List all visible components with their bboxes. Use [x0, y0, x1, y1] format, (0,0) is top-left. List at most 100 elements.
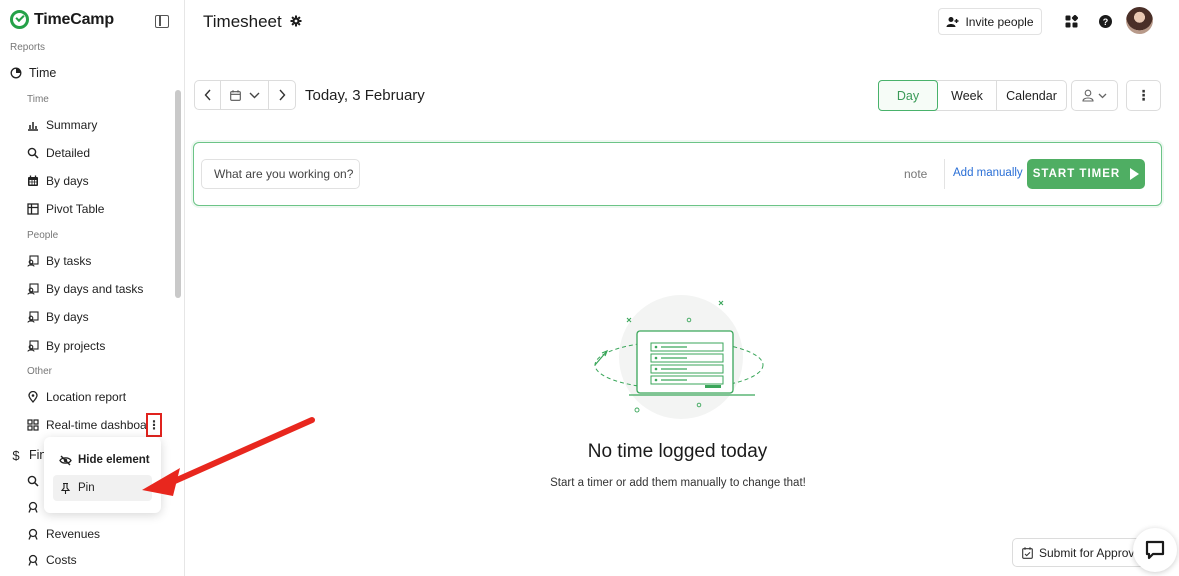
sidebar-item-costs[interactable]: Costs — [27, 553, 77, 567]
sidebar-item-time[interactable]: Time — [10, 66, 56, 80]
tab-calendar[interactable]: Calendar — [997, 81, 1066, 110]
play-icon — [1130, 168, 1140, 180]
sidebar-item-label: Detailed — [46, 146, 91, 160]
submit-for-approval-label: Submit for Approval — [1039, 545, 1144, 560]
invite-people-button[interactable]: Invite people — [938, 8, 1042, 35]
sidebar-section-people: People — [27, 230, 59, 241]
help-icon[interactable]: ? — [1099, 15, 1112, 28]
sidebar-item-summary[interactable]: Summary — [27, 118, 97, 132]
tab-day[interactable]: Day — [878, 80, 938, 111]
menu-item-pin[interactable]: Pin — [53, 475, 152, 501]
eye-off-icon — [59, 455, 72, 465]
user-avatar[interactable] — [1126, 7, 1153, 34]
pin-icon — [60, 482, 71, 494]
sidebar-item-by-tasks[interactable]: By tasks — [27, 254, 91, 268]
sidebar-item-by-days[interactable]: By days — [27, 174, 89, 188]
chat-support-button[interactable] — [1133, 528, 1177, 572]
empty-state-illustration — [594, 295, 764, 419]
previous-day-button[interactable] — [195, 81, 221, 109]
sidebar-section-other: Other — [27, 366, 53, 377]
sidebar-collapse-icon[interactable] — [155, 15, 169, 28]
sidebar-item-by-days-and-tasks[interactable]: By days and tasks — [27, 282, 143, 296]
empty-state-subtitle: Start a timer or add them manually to ch… — [550, 477, 806, 489]
sidebar-item-label: Real-time dashboa — [46, 418, 147, 432]
note-button[interactable]: note — [904, 167, 927, 181]
chevron-left-icon — [204, 89, 211, 101]
sidebar-item-label: Revenues — [46, 527, 101, 541]
badge-icon — [27, 554, 39, 566]
magnifier-icon — [27, 147, 39, 159]
sidebar-item-label: Costs — [46, 553, 77, 567]
app-name: TimeCamp — [34, 10, 114, 28]
dollar-icon: $ — [12, 447, 20, 463]
user-report-icon — [27, 255, 39, 267]
sidebar-item-real-time-dashboard[interactable]: Real-time dashboa — [27, 418, 147, 432]
menu-item-hide-element[interactable]: Hide element — [53, 447, 152, 473]
sidebar-item-label: Location report — [46, 390, 127, 404]
sidebar-item-label: By days and tasks — [46, 282, 144, 296]
current-date-label: Today, 3 February — [305, 87, 425, 104]
sidebar-item-label: By projects — [46, 339, 106, 353]
annotation-arrow — [142, 417, 315, 496]
sidebar-scrollbar[interactable] — [175, 90, 181, 298]
calendar-icon — [27, 175, 39, 187]
sidebar-item-label: By days — [46, 310, 89, 324]
sidebar-item-finance-2[interactable] — [27, 501, 39, 513]
sidebar-item-label: Summary — [46, 118, 98, 132]
user-report-icon — [27, 283, 39, 295]
chevron-down-icon — [1098, 93, 1107, 98]
sidebar-section-time: Time — [27, 94, 49, 105]
timecamp-logo[interactable]: TimeCamp — [10, 10, 114, 29]
user-report-icon — [27, 311, 39, 323]
add-manually-link[interactable]: Add manually — [953, 167, 1023, 179]
tab-week[interactable]: Week — [938, 81, 997, 110]
sidebar-item-finance[interactable]: $ Fin — [10, 447, 46, 463]
chart-icon — [27, 119, 39, 131]
badge-icon — [27, 528, 39, 540]
next-day-button[interactable] — [269, 81, 295, 109]
view-switcher: Day Week Calendar — [878, 80, 1067, 111]
sidebar-section-reports: Reports — [10, 42, 46, 53]
gear-icon[interactable] — [290, 15, 302, 27]
user-report-icon — [27, 340, 39, 352]
menu-item-label: Hide element — [78, 454, 150, 466]
empty-state-title: No time logged today — [587, 441, 768, 462]
dashboard-icon — [27, 419, 39, 431]
submit-for-approval-button[interactable]: Submit for Approval — [1012, 538, 1147, 567]
add-user-icon — [946, 16, 959, 27]
sidebar-item-label: By days — [46, 174, 89, 188]
badge-icon — [27, 501, 39, 513]
apps-icon[interactable] — [1065, 15, 1078, 28]
sidebar-item-by-projects[interactable]: By projects — [27, 339, 105, 353]
sidebar-item-label: Pivot Table — [46, 202, 105, 216]
start-timer-button[interactable]: START TIMER — [1027, 159, 1145, 189]
pivot-table-icon — [27, 203, 39, 215]
user-filter-button[interactable] — [1071, 80, 1118, 111]
location-pin-icon — [27, 391, 39, 403]
sidebar-item-revenues[interactable]: Revenues — [27, 527, 100, 541]
calendar-check-icon — [1022, 546, 1033, 559]
start-timer-label: START TIMER — [1032, 168, 1121, 180]
sidebar-item-detailed[interactable]: Detailed — [27, 146, 90, 160]
timer-bar: What are you working on? note Add manual… — [193, 142, 1162, 206]
page-title: Timesheet — [203, 12, 282, 31]
user-icon — [1082, 89, 1094, 102]
kebab-icon: ⋮ — [1136, 87, 1151, 103]
divider — [944, 159, 945, 189]
chevron-right-icon — [279, 89, 286, 101]
task-description-input[interactable]: What are you working on? — [201, 159, 360, 189]
chat-icon — [1145, 540, 1165, 560]
more-options-button[interactable]: ⋮ — [1126, 80, 1161, 111]
sidebar-item-people-by-days[interactable]: By days — [27, 310, 89, 324]
chevron-down-icon — [249, 92, 259, 98]
invite-people-label: Invite people — [965, 14, 1034, 29]
clock-pie-icon — [10, 67, 22, 79]
date-picker-button[interactable] — [221, 81, 269, 109]
date-navigator — [194, 80, 296, 110]
sidebar-item-finance-1[interactable] — [27, 475, 39, 487]
menu-item-label: Pin — [78, 482, 95, 494]
sidebar-item-label: By tasks — [46, 254, 92, 268]
sidebar-item-pivot-table[interactable]: Pivot Table — [27, 202, 104, 216]
sidebar-item-label: Time — [29, 66, 57, 80]
sidebar-item-location-report[interactable]: Location report — [27, 390, 126, 404]
